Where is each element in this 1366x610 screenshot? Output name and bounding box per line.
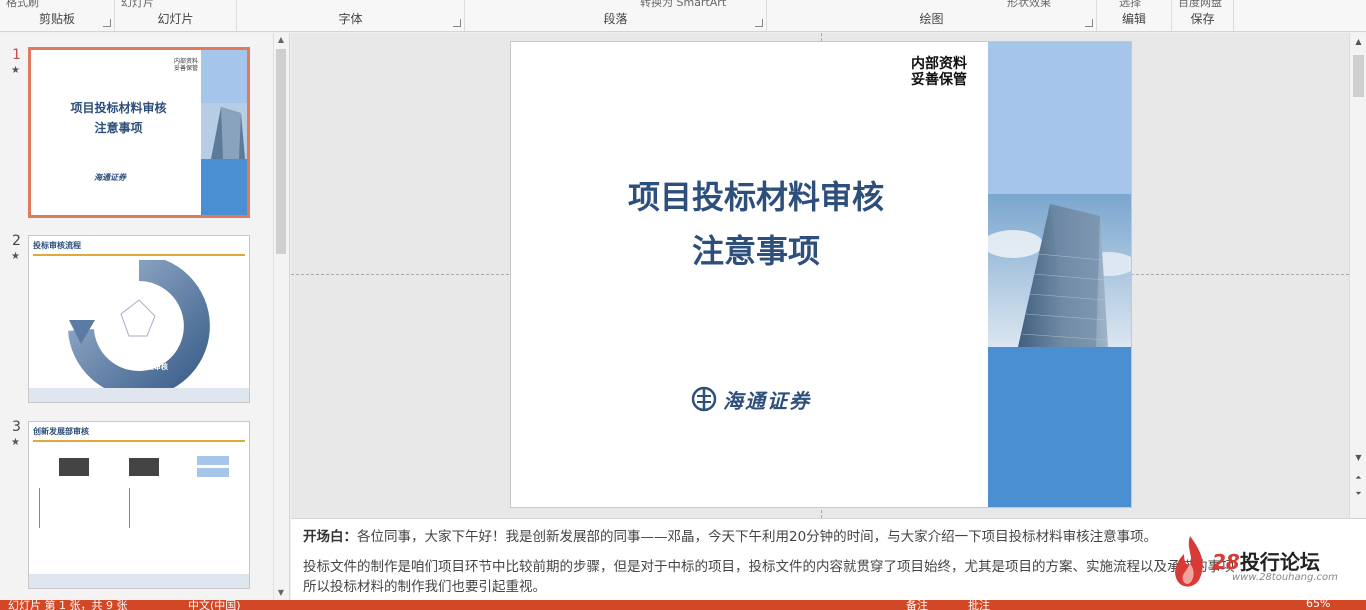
thumbnail-slide-1[interactable]: 内部资料 妥善保管 项目投标材料审核 注意事项 海通证券 [28, 47, 250, 218]
slide-editor: 内部资料 妥善保管 项目投标材料审核 注意事项 海通证券 [291, 33, 1349, 518]
scroll-down-icon[interactable]: ▼ [274, 586, 288, 600]
thumb3-tag [197, 456, 229, 465]
notes-lead: 开场白： [303, 529, 357, 545]
previous-slide-icon[interactable]: ⏶ [1350, 471, 1366, 485]
ribbon-group-drawing: 形状效果 绘图 [767, 0, 1097, 31]
watermark-number: 28 [1212, 550, 1240, 574]
watermark-text: 投行论坛 [1239, 550, 1320, 574]
animation-star-icon: ★ [11, 65, 20, 76]
thumb-title-line2: 注意事项 [94, 121, 143, 135]
notice-line1: 内部资料 [911, 56, 967, 72]
drawing-launcher-icon[interactable] [1085, 19, 1093, 27]
thumbnail-number: 2 [12, 233, 21, 249]
thumb3-title: 创新发展部审核 [33, 427, 89, 436]
zoom-level[interactable]: 65% [1306, 600, 1330, 610]
group-label-editing: 编辑 [1121, 12, 1146, 26]
slide-title[interactable]: 项目投标材料审核 注意事项 [571, 170, 941, 278]
thumbnail-number: 3 [12, 419, 21, 435]
thumbnail-slide-3[interactable]: 创新发展部审核 [28, 421, 250, 589]
thumbnail-scrollbar[interactable]: ▲ ▼ [273, 33, 287, 600]
shape-effects-button[interactable]: 形状效果 [1007, 0, 1051, 10]
animation-star-icon: ★ [11, 437, 20, 448]
group-label-slides: 幻灯片 [157, 12, 194, 26]
new-slide-button[interactable]: 幻灯片 [121, 0, 154, 10]
blue-strip-light [988, 42, 1131, 194]
thumb-building-image [201, 103, 247, 159]
thumb2-underline [33, 254, 245, 256]
haitong-logo-icon [691, 386, 717, 412]
current-slide[interactable]: 内部资料 妥善保管 项目投标材料审核 注意事项 海通证券 [510, 41, 1132, 508]
thumb2-title: 投标审核流程 [33, 241, 81, 250]
building-photo[interactable] [988, 194, 1131, 347]
scroll-down-icon[interactable]: ▼ [1350, 451, 1366, 465]
format-painter-button[interactable]: 格式刷 [6, 0, 39, 10]
animation-star-icon: ★ [11, 251, 20, 262]
ribbon: 格式刷 剪贴板 幻灯片 幻灯片 字体 转换为 SmartArt 段落 形状效果 … [0, 0, 1366, 32]
title-line1: 项目投标材料审核 [627, 178, 884, 216]
notes-p1-text: 各位同事，大家下午好！我是创新发展部的同事——邓晶，今天下午利用20分钟的时间，… [357, 529, 1158, 545]
group-label-clipboard: 剪贴板 [38, 12, 75, 26]
thumb3-bracket [39, 488, 119, 528]
thumbnail-slide-2[interactable]: 投标审核流程 OA流程 公司风控审核 [28, 235, 250, 403]
flame-logo-icon [1175, 536, 1203, 587]
thumb2-footer [29, 388, 249, 402]
status-bar: 幻灯片 第 1 张，共 9 张 中文(中国) 备注 批注 65% [0, 600, 1366, 610]
thumb3-box [59, 458, 89, 476]
next-slide-icon[interactable]: ⏷ [1350, 487, 1366, 501]
language-indicator[interactable]: 中文(中国) [188, 600, 241, 610]
scrollbar-thumb[interactable] [276, 49, 286, 254]
thumb3-underline [33, 440, 245, 442]
thumbnail-number: 1 [12, 47, 21, 63]
clipboard-launcher-icon[interactable] [103, 19, 111, 27]
select-button[interactable]: 选择 [1119, 0, 1141, 10]
thumb-title: 项目投标材料审核 注意事项 [31, 98, 206, 138]
ribbon-group-save: 百度网盘 保存 [1172, 0, 1234, 31]
group-label-paragraph: 段落 [603, 12, 628, 26]
group-label-drawing: 绘图 [919, 12, 944, 26]
ribbon-group-clipboard: 格式刷 剪贴板 [0, 0, 115, 31]
watermark-title: 28投行论坛 [1212, 546, 1320, 575]
ribbon-group-editing: 选择 编辑 [1097, 0, 1172, 31]
slide-counter: 幻灯片 第 1 张，共 9 张 [8, 600, 128, 610]
ribbon-group-paragraph: 转换为 SmartArt 段落 [465, 0, 767, 31]
scrollbar-thumb[interactable] [1353, 55, 1364, 97]
baidu-pan-button[interactable]: 百度网盘 [1178, 0, 1222, 10]
confidential-notice[interactable]: 内部资料 妥善保管 [911, 56, 967, 88]
watermark: 28投行论坛 www.28touhang.com [1172, 528, 1362, 598]
scroll-up-icon[interactable]: ▲ [274, 33, 288, 47]
thumb-strip-dark [201, 159, 247, 215]
group-label-font: 字体 [338, 12, 363, 26]
ribbon-group-slides: 幻灯片 幻灯片 [115, 0, 237, 31]
logo-text: 海通证券 [723, 388, 811, 413]
title-line2: 注意事项 [691, 232, 820, 270]
thumb-notice: 内部资料 妥善保管 [174, 58, 199, 72]
slide-thumbnail-pane: 1 ★ 内部资料 妥善保管 项目投标材料审核 注意事项 海通证券 2 ★ 投标审核… [0, 33, 290, 600]
thumb-strip-light [201, 50, 247, 103]
paragraph-launcher-icon[interactable] [755, 19, 763, 27]
notice-line2: 妥善保管 [911, 72, 967, 88]
smartart-button[interactable]: 转换为 SmartArt [640, 0, 726, 10]
watermark-url: www.28touhang.com [1232, 572, 1338, 583]
notes-toggle[interactable]: 备注 [906, 600, 928, 610]
editor-scrollbar[interactable]: ▲ ▼ ⏶ ⏷ [1349, 33, 1366, 518]
thumb3-footer [29, 574, 249, 588]
thumb3-bracket [129, 488, 179, 528]
thumb2-center-label: OA流程 公司风控审核 [126, 354, 168, 371]
thumb3-box [129, 458, 159, 476]
thumb3-tag [197, 468, 229, 477]
scroll-up-icon[interactable]: ▲ [1350, 35, 1366, 49]
group-label-save: 保存 [1190, 12, 1215, 26]
thumb-title-line1: 项目投标材料审核 [70, 101, 167, 115]
font-launcher-icon[interactable] [453, 19, 461, 27]
company-logo[interactable]: 海通证券 [691, 384, 811, 414]
comments-toggle[interactable]: 批注 [968, 600, 990, 610]
blue-strip-dark [988, 347, 1131, 507]
thumb-logo: 海通证券 [94, 172, 126, 182]
ribbon-group-font: 字体 [237, 0, 465, 31]
